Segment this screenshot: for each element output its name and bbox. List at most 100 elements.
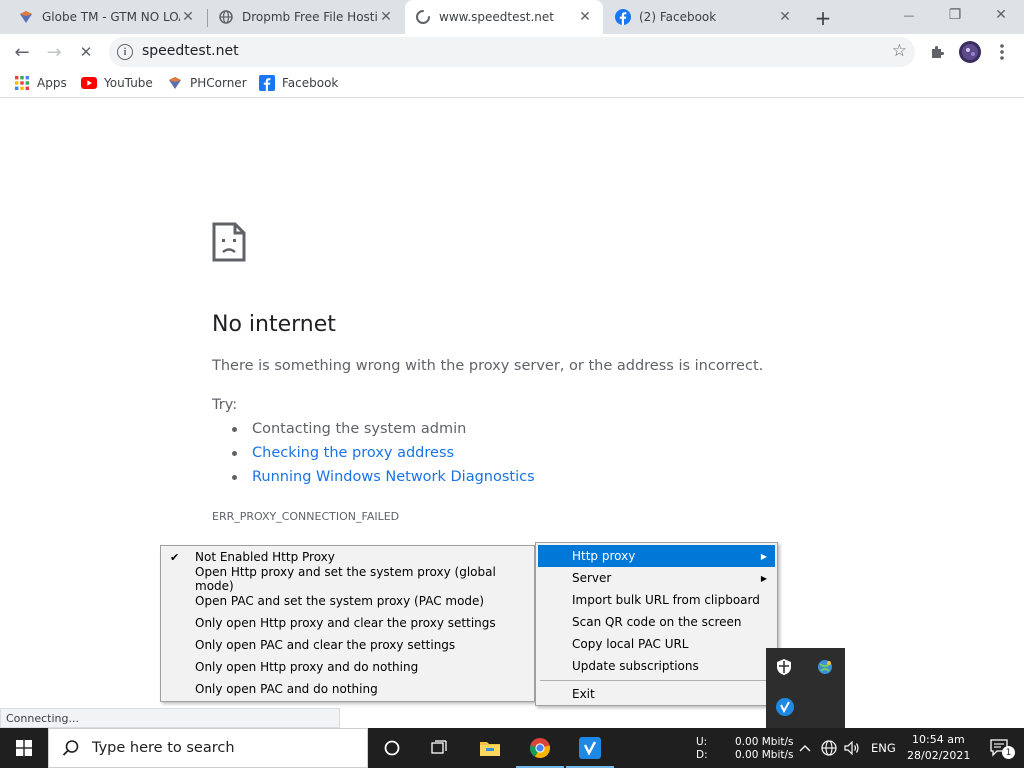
bookmark-label: PHCorner	[190, 76, 247, 90]
bookmark-youtube[interactable]: YouTube	[81, 75, 153, 91]
tab-close-icon[interactable]: ✕	[777, 9, 793, 25]
tray-overflow-panel	[766, 648, 845, 728]
bookmark-apps[interactable]: Apps	[14, 75, 67, 91]
bookmarks-bar: Apps YouTube PHCorner Facebook	[0, 70, 1024, 98]
net-up-label: U:	[696, 736, 708, 748]
menu-item-exit[interactable]: Exit	[538, 683, 775, 705]
task-view-button[interactable]	[416, 728, 464, 768]
v2ray-icon	[579, 737, 601, 759]
minimize-button[interactable]: —	[886, 0, 932, 30]
sad-document-icon	[212, 222, 246, 266]
menu-item-import-bulk-url[interactable]: Import bulk URL from clipboard	[538, 589, 775, 611]
v2ray-tray-icon[interactable]	[776, 698, 794, 720]
menu-item-pac-clear-settings[interactable]: Only open PAC and clear the proxy settin…	[161, 634, 534, 656]
v2ray-taskbar-button[interactable]	[566, 728, 614, 768]
chrome-taskbar-button[interactable]	[516, 728, 564, 768]
menu-separator	[540, 680, 773, 681]
bookmark-label: YouTube	[104, 76, 153, 90]
bullet	[232, 426, 237, 432]
volume-button[interactable]	[842, 728, 862, 768]
extensions-button[interactable]	[924, 38, 952, 66]
loading-spinner-icon	[415, 9, 431, 25]
globe-icon	[218, 9, 234, 25]
menu-item-http-do-nothing[interactable]: Only open Http proxy and do nothing	[161, 656, 534, 678]
tab-dropmb[interactable]: Dropmb Free File Hosting ✕	[208, 0, 404, 34]
menu-item-http-proxy[interactable]: Http proxy ▶	[538, 545, 775, 567]
bookmark-phcorner[interactable]: PHCorner	[167, 75, 247, 91]
tab-strip: Globe TM - GTM NO LOAD ✕ Dropmb Free Fil…	[0, 0, 1024, 34]
tab-speedtest[interactable]: www.speedtest.net ✕	[405, 0, 603, 34]
menu-item-http-clear-settings[interactable]: Only open Http proxy and clear the proxy…	[161, 612, 534, 634]
bookmark-facebook[interactable]: Facebook	[259, 75, 338, 91]
forward-button[interactable]: →	[40, 38, 68, 66]
net-up-speed: 0.00 Mbit/s	[735, 736, 794, 748]
url-text[interactable]: speedtest.net	[142, 43, 239, 59]
net-down-label: D:	[696, 749, 708, 761]
close-window-button[interactable]: ✕	[978, 0, 1024, 30]
tab-close-icon[interactable]: ✕	[577, 9, 593, 25]
suggestion-check-proxy-link[interactable]: Checking the proxy address	[232, 445, 454, 461]
show-hidden-icons-button[interactable]	[796, 728, 814, 768]
error-description: There is something wrong with the proxy …	[212, 358, 764, 374]
tab-title: (2) Facebook	[639, 10, 717, 24]
windows-security-icon[interactable]	[776, 658, 792, 680]
try-label: Try:	[212, 397, 238, 413]
taskbar-search-box[interactable]: Type here to search	[48, 728, 368, 768]
menu-item-copy-pac-url[interactable]: Copy local PAC URL	[538, 633, 775, 655]
tab-title: Globe TM - GTM NO LOAD	[42, 10, 180, 24]
tab-close-icon[interactable]: ✕	[378, 9, 394, 25]
phcorner-icon	[18, 9, 34, 25]
phcorner-icon	[167, 75, 183, 91]
menu-item-update-subscriptions[interactable]: Update subscriptions	[538, 655, 775, 677]
chevron-up-icon	[799, 745, 811, 752]
tab-facebook[interactable]: (2) Facebook ✕	[605, 0, 803, 34]
clock-date[interactable]: 28/02/2021	[907, 749, 970, 762]
chrome-menu-button[interactable]	[988, 38, 1016, 66]
back-button[interactable]: ←	[8, 38, 36, 66]
bookmark-star-icon[interactable]: ☆	[892, 41, 907, 61]
start-button[interactable]	[0, 728, 48, 768]
windows-taskbar: Type here to search U: D: 0.00 Mbit/s 0.…	[0, 728, 1024, 768]
apps-grid-icon	[14, 75, 30, 91]
menu-item-pac-do-nothing[interactable]: Only open PAC and do nothing	[161, 678, 534, 700]
menu-item-scan-qr-code[interactable]: Scan QR code on the screen	[538, 611, 775, 633]
facebook-icon	[615, 9, 631, 25]
restore-button[interactable]: ❐	[932, 0, 978, 30]
new-tab-button[interactable]: +	[812, 6, 834, 30]
tab-globe-tm[interactable]: Globe TM - GTM NO LOAD ✕	[8, 0, 206, 34]
tab-title: www.speedtest.net	[439, 10, 554, 24]
page-title: No internet	[212, 312, 336, 337]
action-center-button[interactable]: 1	[976, 728, 1024, 768]
checkmark-icon: ✔	[170, 550, 180, 564]
network-globe-icon[interactable]	[816, 658, 834, 680]
address-bar[interactable]: i speedtest.net ☆	[109, 37, 915, 67]
site-info-icon[interactable]: i	[117, 44, 133, 60]
status-bubble: Connecting...	[0, 708, 340, 728]
kebab-menu-icon	[1000, 44, 1004, 60]
menu-item-pac-mode[interactable]: Open PAC and set the system proxy (PAC m…	[161, 590, 534, 612]
v2ray-tray-menu: Http proxy ▶ Server ▶ Import bulk URL fr…	[535, 542, 778, 706]
network-status-button[interactable]	[818, 728, 840, 768]
bookmark-label: Apps	[37, 76, 67, 90]
clock-time[interactable]: 10:54 am	[912, 733, 965, 746]
menu-item-server[interactable]: Server ▶	[538, 567, 775, 589]
file-explorer-taskbar-button[interactable]	[466, 728, 514, 768]
youtube-icon	[81, 75, 97, 91]
notification-count-badge: 1	[1002, 746, 1015, 759]
cortana-button[interactable]	[368, 728, 416, 768]
search-icon	[62, 740, 79, 756]
suggestion-network-diagnostics-link[interactable]: Running Windows Network Diagnostics	[232, 469, 535, 485]
folder-icon	[480, 742, 500, 756]
puzzle-icon	[932, 46, 944, 58]
bullet	[232, 474, 237, 480]
stop-loading-button[interactable]: ✕	[72, 38, 100, 66]
language-indicator[interactable]: ENG	[871, 741, 896, 755]
menu-item-global-mode[interactable]: Open Http proxy and set the system proxy…	[161, 565, 534, 593]
submenu-arrow-icon: ▶	[760, 551, 767, 561]
tab-close-icon[interactable]: ✕	[180, 9, 196, 25]
cortana-circle-icon	[384, 740, 400, 756]
search-placeholder: Type here to search	[92, 740, 235, 756]
net-down-speed: 0.00 Mbit/s	[735, 749, 794, 761]
profile-avatar[interactable]	[956, 38, 984, 66]
suggestion-contact-admin: Contacting the system admin	[232, 421, 466, 437]
